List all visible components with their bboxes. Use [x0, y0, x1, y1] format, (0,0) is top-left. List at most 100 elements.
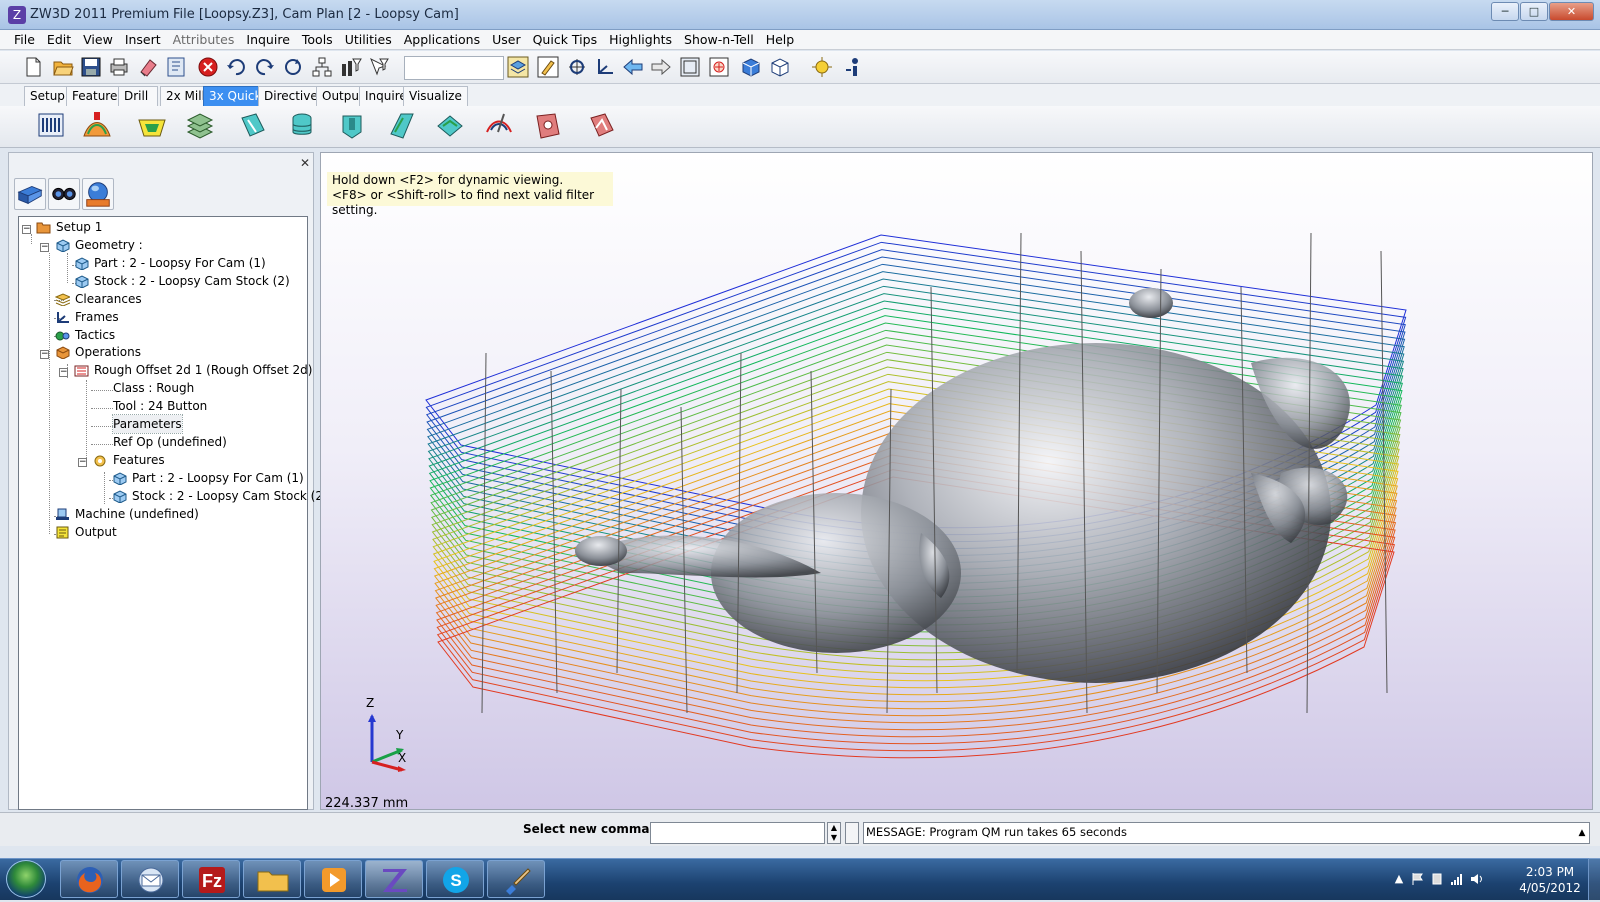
start-button[interactable] [6, 860, 46, 898]
tree-node-tool[interactable]: Tool : 24 Button [113, 397, 207, 415]
tray-network-icon[interactable] [1450, 872, 1464, 886]
tree-node-feature-part[interactable]: Part : 2 - Loopsy For Cam (1) [112, 469, 304, 487]
refresh-icon[interactable] [282, 56, 304, 78]
message-scroll-up[interactable]: ▲ [1574, 824, 1590, 842]
offset-2d-icon[interactable] [82, 110, 112, 142]
flat-finish-icon[interactable] [337, 110, 367, 142]
tree-node-machine[interactable]: Machine (undefined) [55, 505, 199, 523]
show-desktop-button[interactable] [1588, 858, 1600, 900]
menu-edit[interactable]: Edit [41, 32, 77, 47]
menu-highlights[interactable]: Highlights [603, 32, 678, 47]
help-pointer-icon[interactable] [843, 56, 865, 78]
tree-node-feature-stock[interactable]: Stock : 2 - Loopsy Cam Stock (2) [112, 487, 328, 505]
view-orient-icon[interactable] [566, 56, 588, 78]
datum-axes-icon[interactable] [594, 56, 616, 78]
next-view-icon[interactable] [650, 56, 672, 78]
filter-list-icon[interactable] [340, 56, 362, 78]
z-level-icon[interactable] [185, 110, 215, 142]
undo-icon[interactable] [225, 56, 247, 78]
tray-device-icon[interactable] [1430, 872, 1444, 886]
tree-node-setup[interactable]: Setup 1 [36, 218, 102, 236]
taskbar-zw3d[interactable] [365, 860, 423, 898]
tree-node-frames[interactable]: Frames [55, 308, 119, 326]
wireframe-view-icon[interactable] [769, 56, 791, 78]
zw3d-app-icon[interactable]: Z [8, 6, 26, 24]
history-tree-icon[interactable] [311, 56, 333, 78]
taskbar-media-player[interactable] [304, 860, 362, 898]
drive-curve-icon[interactable] [587, 110, 617, 142]
layer-manager-icon[interactable] [507, 56, 529, 78]
history-manager-icon[interactable] [14, 178, 46, 210]
maximize-button[interactable]: □ [1520, 2, 1548, 21]
tree-node-geometry[interactable]: Geometry : [55, 236, 143, 254]
tree-expander-geometry[interactable]: − [40, 243, 49, 252]
tree-expander-rough-offset[interactable]: − [59, 368, 68, 377]
menu-utilities[interactable]: Utilities [339, 32, 398, 47]
taskbar-firefox[interactable] [60, 860, 118, 898]
view-manager-icon[interactable] [48, 178, 80, 210]
shaded-view-icon[interactable] [740, 56, 762, 78]
save-icon[interactable] [80, 56, 102, 78]
taskbar-skype[interactable]: S [426, 860, 484, 898]
quick-rough-icon[interactable] [36, 110, 66, 142]
menu-file[interactable]: File [8, 32, 41, 47]
taskbar-paint[interactable] [487, 860, 545, 898]
previous-view-icon[interactable] [622, 56, 644, 78]
command-input[interactable] [650, 822, 825, 844]
menu-inquire[interactable]: Inquire [240, 32, 296, 47]
parallel-finish-icon[interactable] [238, 110, 268, 142]
pick-filter-icon[interactable] [368, 56, 390, 78]
visual-manager-icon[interactable] [82, 178, 114, 210]
menu-show-n-tell[interactable]: Show-n-Tell [678, 32, 760, 47]
open-file-icon[interactable] [52, 56, 74, 78]
tray-flag-icon[interactable] [1410, 872, 1424, 886]
panel-close-button[interactable]: ✕ [298, 156, 312, 170]
tree-node-stock[interactable]: Stock : 2 - Loopsy Cam Stock (2) [74, 272, 290, 290]
command-spin-button[interactable]: ▲ ▼ [827, 822, 841, 844]
tree-node-clearances[interactable]: Clearances [55, 290, 142, 308]
menu-applications[interactable]: Applications [398, 32, 486, 47]
tree-expander-setup[interactable]: − [22, 225, 31, 234]
tree-node-operations[interactable]: Operations [55, 343, 141, 361]
tree-node-ref-op[interactable]: Ref Op (undefined) [113, 433, 227, 451]
tree-node-tactics[interactable]: Tactics [55, 326, 115, 344]
command-history-button[interactable] [845, 822, 859, 844]
minimize-button[interactable]: ─ [1491, 2, 1519, 21]
tree-node-class[interactable]: Class : Rough [113, 379, 194, 397]
sketch-edit-icon[interactable] [537, 56, 559, 78]
new-file-icon[interactable] [22, 56, 44, 78]
taskbar-filezilla[interactable]: Fz [182, 860, 240, 898]
eraser-icon[interactable] [137, 56, 159, 78]
tray-volume-icon[interactable] [1470, 872, 1484, 886]
tree-node-rough-offset[interactable]: Rough Offset 2d 1 (Rough Offset 2d) [74, 361, 312, 379]
taskbar-clock[interactable]: 2:03 PM 4/05/2012 [1518, 864, 1582, 896]
tree-expander-operations[interactable]: − [40, 350, 49, 359]
tab-drill[interactable]: Drill [118, 86, 158, 106]
properties-icon[interactable] [165, 56, 187, 78]
zoom-all-icon[interactable] [679, 56, 701, 78]
zoom-window-icon[interactable] [708, 56, 730, 78]
tree-node-parameters[interactable]: Parameters [112, 414, 183, 434]
menu-quick-tips[interactable]: Quick Tips [527, 32, 604, 47]
steep-finish-icon[interactable] [287, 110, 317, 142]
menu-insert[interactable]: Insert [119, 32, 167, 47]
tree-expander-features[interactable]: − [78, 458, 87, 467]
lighting-icon[interactable] [811, 56, 833, 78]
window-title-bar[interactable]: Z ZW3D 2011 Premium File [Loopsy.Z3], Ca… [0, 0, 1600, 30]
menu-help[interactable]: Help [760, 32, 801, 47]
tree-node-output[interactable]: Output [55, 523, 117, 541]
pencil-trace-icon[interactable] [435, 110, 465, 142]
cancel-icon[interactable] [197, 56, 219, 78]
menu-tools[interactable]: Tools [296, 32, 339, 47]
tray-expand-arrow[interactable]: ▲ [1392, 872, 1406, 886]
redo-icon[interactable] [254, 56, 276, 78]
menu-attributes[interactable]: Attributes [167, 32, 241, 47]
filter-field[interactable] [404, 56, 504, 80]
tree-node-features[interactable]: Features [93, 451, 165, 469]
tab-setup[interactable]: Setup [24, 86, 71, 106]
taskbar-explorer[interactable] [243, 860, 301, 898]
graphics-viewport[interactable] [320, 152, 1593, 810]
tree-node-part[interactable]: Part : 2 - Loopsy For Cam (1) [74, 254, 266, 272]
taskbar-mail[interactable] [121, 860, 179, 898]
close-button[interactable]: ✕ [1549, 2, 1594, 21]
